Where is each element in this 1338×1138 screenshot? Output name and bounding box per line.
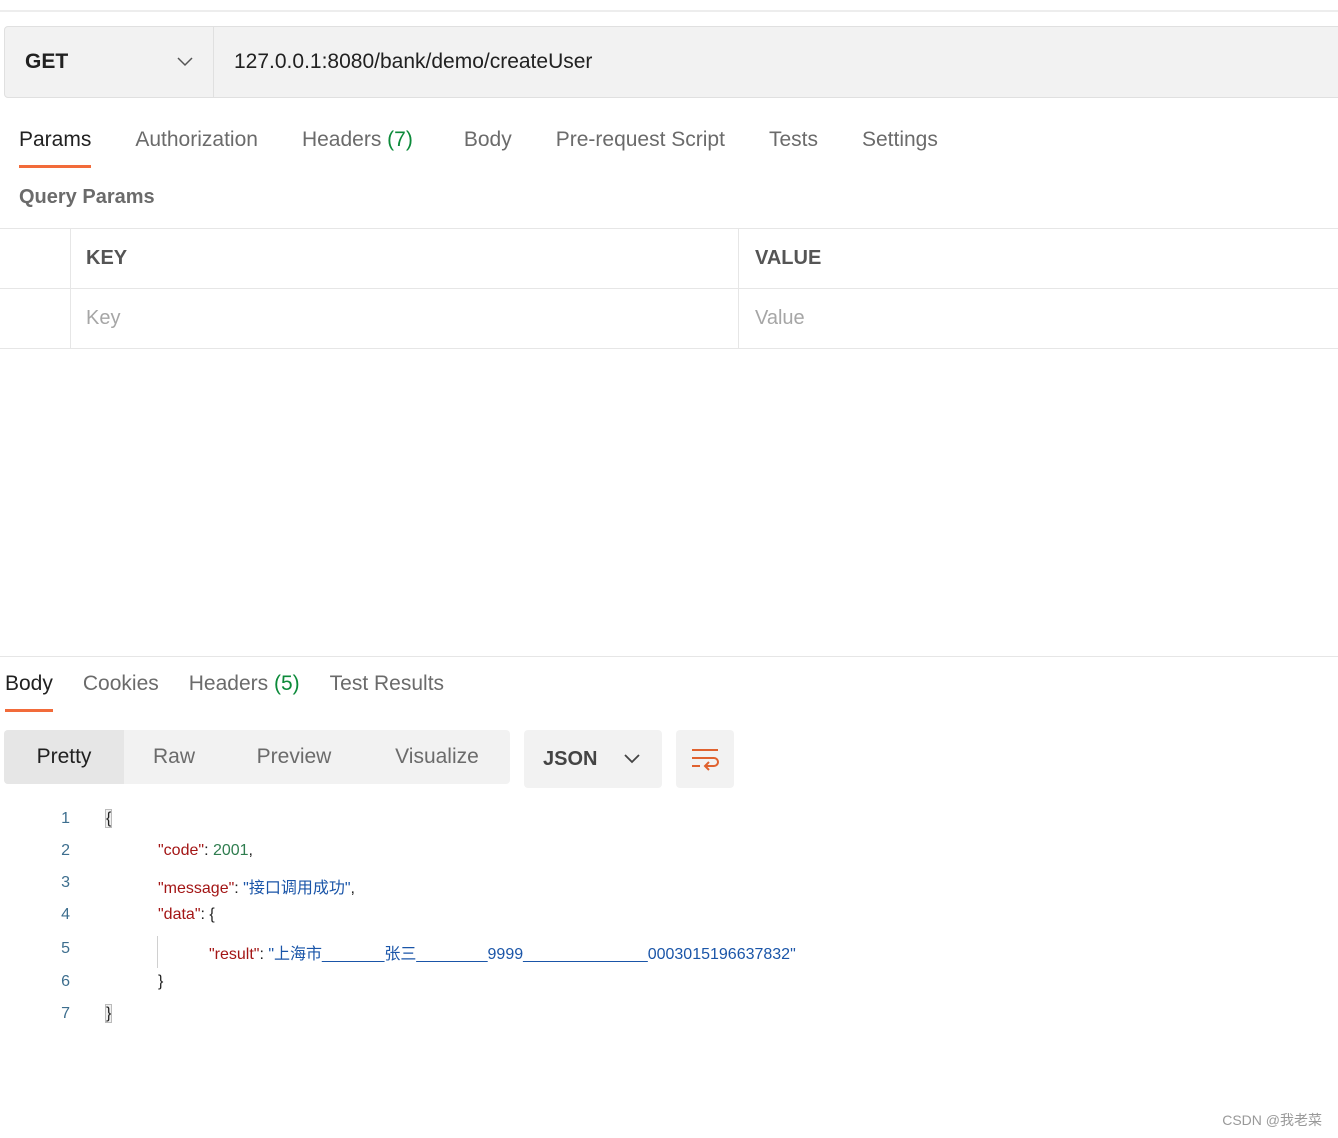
chevron-down-icon: [624, 754, 640, 764]
chevron-down-icon: [177, 57, 193, 67]
tab-response-headers[interactable]: Headers (5): [189, 672, 300, 696]
json-string: "上海市_______张三________9999______________0…: [268, 946, 796, 963]
tab-tests[interactable]: Tests: [769, 128, 818, 152]
method-select[interactable]: GET: [5, 27, 214, 97]
key-input[interactable]: Key: [71, 289, 739, 348]
top-divider: [0, 10, 1338, 12]
tab-params[interactable]: Params: [19, 128, 92, 168]
response-tabs: Body Cookies Headers (5) Test Results: [5, 672, 444, 712]
table-header-row: KEY VALUE: [0, 229, 1338, 289]
format-label: JSON: [543, 747, 598, 770]
json-key: "result": [209, 946, 260, 963]
json-number: 2001: [212, 842, 249, 859]
table-row: Key Value: [0, 289, 1338, 349]
query-params-table: KEY VALUE Key Value: [0, 228, 1338, 349]
query-params-title: Query Params: [19, 186, 155, 208]
line-number: 7: [61, 1005, 70, 1022]
line-number: 1: [61, 810, 70, 827]
json-key: "code": [158, 842, 205, 859]
value-input[interactable]: Value: [739, 289, 1338, 348]
line-number: 2: [61, 842, 70, 859]
tab-body[interactable]: Body: [464, 128, 512, 152]
line-number: 6: [61, 973, 70, 990]
tab-settings[interactable]: Settings: [862, 128, 938, 152]
pretty-button[interactable]: Pretty: [4, 730, 124, 784]
view-mode-group: Pretty Raw Preview Visualize: [4, 730, 510, 784]
indent-guide: [157, 936, 158, 968]
json-key: "message": [158, 880, 235, 897]
watermark: CSDN @我老菜: [1222, 1112, 1322, 1128]
request-tabs: Params Authorization Headers (7) Body Pr…: [19, 128, 938, 168]
preview-button[interactable]: Preview: [224, 730, 364, 784]
raw-button[interactable]: Raw: [124, 730, 224, 784]
tab-label: Headers: [301, 128, 382, 151]
checkbox-cell: [0, 289, 71, 348]
brace: {: [104, 809, 113, 828]
value-header: VALUE: [755, 247, 822, 269]
url-input[interactable]: 127.0.0.1:8080/bank/demo/createUser: [214, 27, 592, 97]
line-number: 4: [61, 906, 70, 923]
checkbox-column: [0, 229, 71, 288]
tab-headers[interactable]: Headers (7): [302, 128, 413, 152]
json-key: "data": [158, 906, 201, 923]
wrap-lines-button[interactable]: [676, 730, 734, 788]
brace: }: [104, 1004, 113, 1023]
tab-label: Headers: [188, 672, 269, 695]
tab-test-results[interactable]: Test Results: [330, 672, 444, 696]
format-select[interactable]: JSON: [524, 730, 662, 788]
method-label: GET: [25, 50, 69, 73]
visualize-button[interactable]: Visualize: [364, 730, 510, 784]
brace: }: [158, 973, 164, 990]
headers-count: (5): [273, 672, 300, 695]
tab-response-body[interactable]: Body: [5, 672, 53, 712]
line-number: 5: [61, 940, 70, 957]
key-header: KEY: [71, 229, 739, 288]
tab-cookies[interactable]: Cookies: [83, 672, 159, 696]
wrap-icon: [692, 749, 719, 771]
pane-divider[interactable]: [0, 656, 1338, 657]
tab-authorization[interactable]: Authorization: [135, 128, 258, 152]
json-string: "接口调用成功": [243, 880, 351, 897]
request-bar: GET 127.0.0.1:8080/bank/demo/createUser: [4, 26, 1338, 98]
line-number: 3: [61, 874, 70, 891]
headers-count: (7): [387, 128, 413, 151]
tab-pre-request-script[interactable]: Pre-request Script: [556, 128, 725, 152]
